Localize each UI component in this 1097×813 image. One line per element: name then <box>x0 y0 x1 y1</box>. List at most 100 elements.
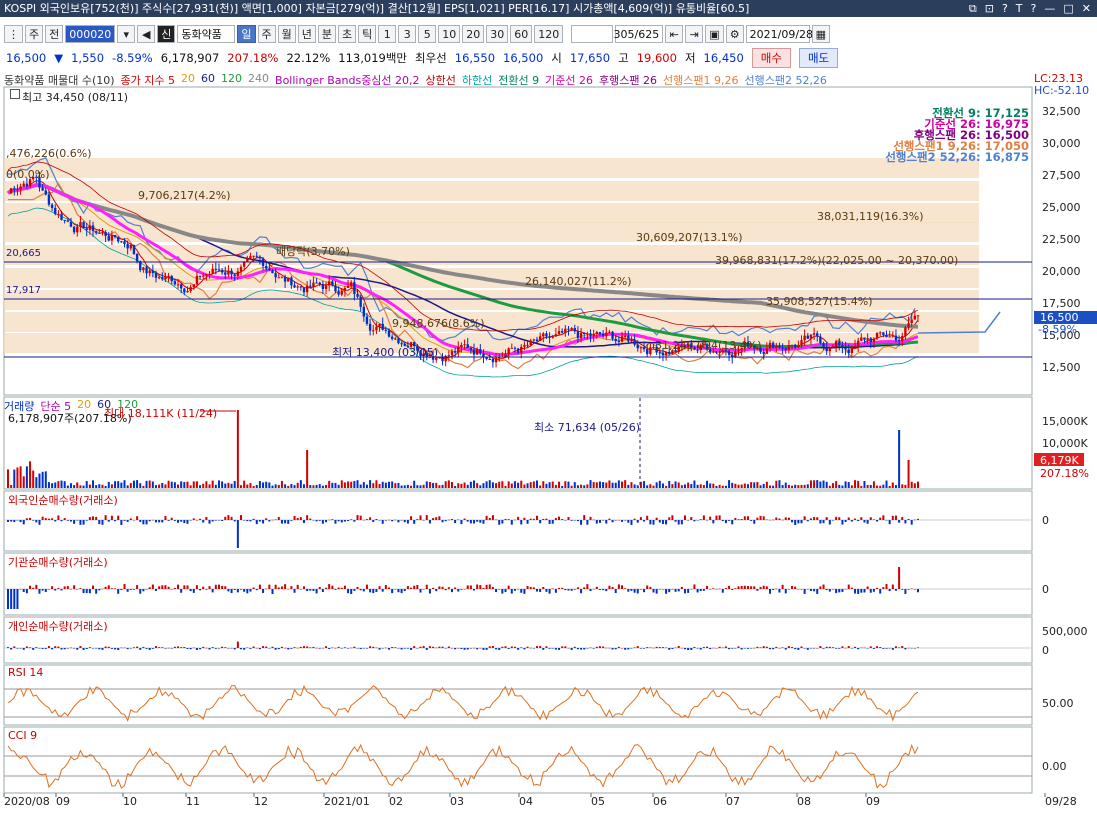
net-buy-bar <box>57 646 60 648</box>
net-buy-bar <box>529 647 532 649</box>
date-input[interactable]: 2021/09/28 <box>745 25 813 43</box>
net-buy-bar <box>353 589 356 591</box>
candle-body <box>658 352 661 354</box>
layout-icon[interactable]: ⊡ <box>985 0 994 17</box>
minute-20-button[interactable]: 20 <box>462 25 485 43</box>
net-buy-bar <box>284 647 287 649</box>
save-icon[interactable]: ▣ <box>705 25 724 43</box>
net-buy-bar <box>161 520 164 523</box>
chart-area[interactable]: 32,500 30,000 27,500 25,000 22,500 20,00… <box>0 70 1097 810</box>
volume-bar <box>38 473 41 488</box>
legend-item[interactable]: 20 <box>181 72 195 88</box>
sound-icon[interactable]: ◀ <box>137 25 156 43</box>
settings-icon[interactable]: ⚙ <box>725 25 744 43</box>
net-buy-bar <box>715 589 718 590</box>
candle-body <box>340 290 343 295</box>
net-buy-bar <box>309 647 312 648</box>
net-buy-bar <box>416 519 419 520</box>
legend-item[interactable]: 240 <box>248 72 269 88</box>
buy-button[interactable]: 매수 <box>751 48 791 68</box>
minute-1-button[interactable]: 1 <box>378 25 397 43</box>
legend-item[interactable]: 상한선 <box>426 72 456 88</box>
net-buy-bar <box>202 520 205 523</box>
net-buy-bar <box>778 647 781 649</box>
restore-icon[interactable]: ⧉ <box>969 0 977 17</box>
font-icon[interactable]: T <box>1016 0 1023 17</box>
legend-item[interactable]: 120 <box>221 72 242 88</box>
sell-button[interactable]: 매도 <box>798 48 839 68</box>
net-buy-bar <box>491 587 494 589</box>
legend-item[interactable]: Bollinger Bands중심선 20,2 <box>275 72 420 88</box>
volume-bar <box>523 484 526 488</box>
net-buy-bar <box>243 520 246 521</box>
legend-item[interactable]: 전환선 9 <box>498 72 539 88</box>
candle-body <box>192 284 195 288</box>
scroll-end-icon[interactable]: ⇥ <box>685 25 704 43</box>
period-tick-button[interactable]: 틱 <box>358 25 377 43</box>
net-buy-bar <box>195 648 198 650</box>
legend-item[interactable]: 60 <box>201 72 215 88</box>
legend-item[interactable]: 동화약품 매물대 수(10) <box>4 72 115 88</box>
legend-item[interactable]: 선행스팬1 9,26 <box>663 72 738 88</box>
legend-item[interactable]: 종가 지수 5 <box>121 72 175 88</box>
code-dropdown-icon[interactable]: ▾ <box>117 25 136 43</box>
minute-120-button[interactable]: 120 <box>534 25 564 43</box>
candle-body <box>208 273 211 275</box>
net-buy-bar <box>375 589 378 593</box>
net-buy-bar <box>416 648 419 649</box>
net-buy-bar <box>378 520 381 521</box>
chart-settings-icon[interactable] <box>10 89 20 99</box>
period-year-button[interactable]: 년 <box>297 25 316 43</box>
minute-10-button[interactable]: 10 <box>438 25 461 43</box>
volume-min-label: 최소 71,634 (05/26) <box>534 421 641 434</box>
period-second-button[interactable]: 초 <box>338 25 357 43</box>
menu-button[interactable]: ⋮ <box>4 25 23 43</box>
net-buy-bar <box>592 519 595 521</box>
scroll-start-icon[interactable]: ⇤ <box>665 25 684 43</box>
net-buy-bar <box>583 587 586 589</box>
ask-price: 16,550 <box>454 51 496 65</box>
info-icon[interactable]: ? <box>1031 0 1037 17</box>
minute-custom-input[interactable] <box>571 25 614 43</box>
minimize-icon[interactable]: — <box>1044 0 1055 17</box>
mode-select[interactable]: 주 <box>25 25 44 43</box>
maximize-icon[interactable]: □ <box>1063 0 1073 17</box>
net-buy-bar <box>25 589 28 594</box>
calendar-icon[interactable]: ▦ <box>811 25 831 43</box>
net-buy-bar <box>466 520 469 522</box>
help-icon[interactable]: ? <box>1002 0 1008 17</box>
period-week-button[interactable]: 주 <box>257 25 276 43</box>
prev-button[interactable]: 전 <box>45 25 64 43</box>
bar-count-input[interactable]: 305/625 <box>614 25 664 43</box>
legend-item[interactable]: 기준선 26 <box>545 72 593 88</box>
legend-item[interactable]: 후행스팬 26 <box>599 72 657 88</box>
net-buy-bar <box>772 519 775 521</box>
net-buy-bar <box>447 646 450 648</box>
net-buy-bar <box>573 589 576 590</box>
minute-5-button[interactable]: 5 <box>418 25 437 43</box>
minute-60-button[interactable]: 60 <box>510 25 533 43</box>
chart-canvas[interactable]: 32,500 30,000 27,500 25,000 22,500 20,00… <box>0 70 1097 810</box>
candle-body <box>904 327 907 337</box>
net-buy-bar <box>195 585 198 589</box>
net-buy-bar <box>721 589 724 593</box>
net-buy-bar <box>224 647 227 648</box>
candle-body <box>57 213 60 215</box>
minute-3-button[interactable]: 3 <box>398 25 417 43</box>
net-buy-bar <box>255 589 258 591</box>
legend-item[interactable]: 하한선 <box>462 72 492 88</box>
close-icon[interactable]: ✕ <box>1082 0 1091 17</box>
period-month-button[interactable]: 월 <box>277 25 296 43</box>
legend-item[interactable]: 선행스팬2 52,26 <box>744 72 826 88</box>
period-minute-button[interactable]: 분 <box>317 25 336 43</box>
minute-30-button[interactable]: 30 <box>486 25 509 43</box>
period-day-button[interactable]: 일 <box>237 25 256 43</box>
volume-bar <box>592 482 595 488</box>
cci-panel-title: CCI 9 <box>8 729 38 742</box>
net-buy-bar <box>107 520 110 522</box>
net-buy-bar <box>602 589 605 591</box>
stock-code-input[interactable]: 000020 <box>65 25 116 43</box>
volume-bar <box>98 484 101 488</box>
net-buy-bar <box>205 516 208 520</box>
net-buy-bar <box>117 589 120 594</box>
